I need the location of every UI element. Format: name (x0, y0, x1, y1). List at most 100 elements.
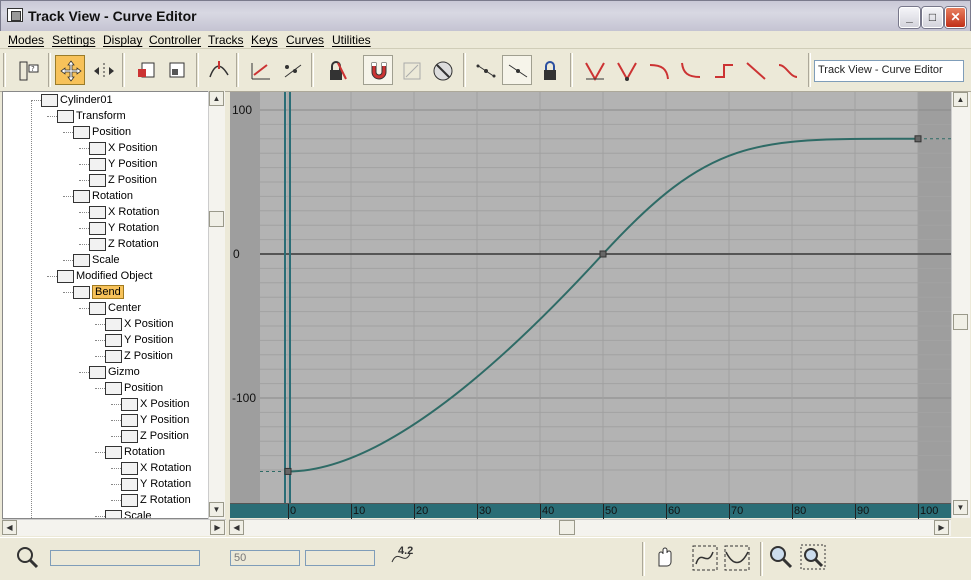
y-axis-label-100: 100 (232, 103, 253, 117)
tree-item-x-rotation[interactable]: X Rotation (89, 204, 159, 220)
tree-item-z-rotation[interactable]: Z Rotation (121, 492, 191, 508)
draw-curves-icon[interactable] (245, 55, 275, 85)
lock-selection-icon[interactable] (320, 55, 350, 85)
set-tangents-fast-icon[interactable] (643, 55, 673, 85)
tree-item-x-rotation[interactable]: X Rotation (121, 460, 191, 476)
pan-icon[interactable] (651, 544, 681, 574)
tree-item-z-position[interactable]: Z Position (89, 172, 157, 188)
tree-item-y-position[interactable]: Y Position (121, 412, 189, 428)
show-tangents-icon[interactable] (470, 55, 500, 85)
menu-utilities[interactable]: Utilities (332, 33, 371, 47)
frame-field[interactable]: 50 (230, 550, 300, 566)
menu-tracks[interactable]: Tracks (208, 33, 244, 47)
time-ruler[interactable]: 0 10 20 30 40 50 60 70 80 90 100 (230, 503, 952, 519)
menu-display[interactable]: Display (103, 33, 142, 47)
graph-scroll-up-icon[interactable]: ▲ (953, 92, 968, 107)
tree-item-label: Rotation (124, 446, 165, 459)
tree-vertical-scrollbar[interactable]: ▲ ▼ (208, 91, 225, 519)
tree-item-x-position[interactable]: X Position (121, 396, 190, 412)
set-tangents-linear-icon[interactable] (740, 55, 770, 85)
lock-tangents-icon[interactable] (534, 55, 564, 85)
graph-scroll-thumb[interactable] (559, 520, 575, 535)
tree-item-z-position[interactable]: Z Position (105, 348, 173, 364)
set-tangents-smooth-icon[interactable] (772, 55, 802, 85)
tree-item-transform[interactable]: Transform (57, 108, 126, 124)
key-point[interactable] (914, 135, 922, 143)
track-name-field[interactable] (50, 550, 200, 566)
tree-item-position[interactable]: Position (73, 124, 131, 140)
timeline-tick-50: 50 (603, 504, 618, 519)
set-tangents-slow-icon[interactable] (675, 55, 705, 85)
snap-frames-icon[interactable] (363, 55, 393, 85)
tree-item-z-rotation[interactable]: Z Rotation (89, 236, 159, 252)
close-button[interactable]: ✕ (945, 7, 966, 28)
tree-item-label: X Position (108, 142, 158, 155)
scale-values-icon[interactable] (162, 55, 192, 85)
graph-scroll-right-icon[interactable]: ▶ (934, 520, 949, 535)
scroll-down-icon[interactable]: ▼ (209, 502, 224, 517)
reduce-keys-icon[interactable] (277, 55, 307, 85)
maximize-button[interactable]: □ (922, 7, 943, 28)
tree-item-bend[interactable]: Bend (73, 284, 124, 300)
filter-icon[interactable]: ? (13, 55, 43, 85)
tree-horizontal-scrollbar[interactable]: ◀ ▶ (2, 519, 226, 536)
bend-icon (73, 285, 90, 299)
set-tangents-custom-icon[interactable] (611, 55, 641, 85)
show-all-tangents-icon[interactable] (502, 55, 532, 85)
graph-vscroll-thumb[interactable] (953, 314, 968, 330)
graph-horizontal-scrollbar[interactable]: ◀ ▶ (229, 519, 951, 536)
menu-keys[interactable]: Keys (251, 33, 278, 47)
zoom-icon[interactable] (768, 544, 798, 574)
scroll-right-icon[interactable]: ▶ (210, 520, 225, 535)
menu-modes[interactable]: Modes (8, 33, 44, 47)
scroll-up-icon[interactable]: ▲ (209, 91, 224, 106)
tree-item-y-position[interactable]: Y Position (89, 156, 157, 172)
curve-graph[interactable] (230, 92, 952, 503)
isolate-curve-icon[interactable] (14, 544, 44, 574)
tree-item-gizmo[interactable]: Gizmo (89, 364, 140, 380)
tree-item-y-position[interactable]: Y Position (105, 332, 173, 348)
tree-item-position[interactable]: Position (105, 380, 163, 396)
set-tangents-step-icon[interactable] (708, 55, 738, 85)
key-point[interactable] (284, 467, 292, 475)
y-axis-label-minus-100: -100 (232, 391, 257, 405)
zoom-region-icon[interactable] (800, 544, 830, 574)
value-field[interactable] (305, 550, 375, 566)
tree-item-scale[interactable]: Scale (105, 508, 152, 518)
ignore-animation-range-icon[interactable] (427, 55, 457, 85)
graph-scroll-down-icon[interactable]: ▼ (953, 500, 968, 515)
move-keys-icon[interactable] (55, 55, 85, 85)
zoom-value-extents-icon[interactable] (723, 544, 753, 574)
curve-icon (105, 349, 122, 363)
key-point[interactable] (599, 250, 607, 258)
tree-item-cylinder01[interactable]: Cylinder01 (41, 92, 113, 108)
menu-controller[interactable]: Controller (149, 33, 201, 47)
tree-item-scale[interactable]: Scale (73, 252, 120, 268)
menu-curves[interactable]: Curves (286, 33, 324, 47)
timeline-tick-20: 20 (414, 504, 429, 519)
show-keyable-icon[interactable] (396, 55, 426, 85)
zoom-horizontal-extents-icon[interactable] (691, 544, 721, 574)
graph-vertical-scrollbar[interactable]: ▲ ▼ (951, 92, 970, 518)
graph-scroll-left-icon[interactable]: ◀ (229, 520, 244, 535)
scroll-left-icon[interactable]: ◀ (2, 520, 17, 535)
tree-item-x-position[interactable]: X Position (105, 316, 174, 332)
set-tangents-auto-icon[interactable] (579, 55, 609, 85)
tree-scroll-thumb[interactable] (209, 211, 224, 227)
tree-item-rotation[interactable]: Rotation (105, 444, 165, 460)
slide-keys-icon[interactable] (88, 55, 118, 85)
add-keys-icon[interactable] (203, 55, 233, 85)
minimize-button[interactable]: _ (899, 7, 920, 28)
tree-item-x-position[interactable]: X Position (89, 140, 158, 156)
tree-item-modified-object[interactable]: Modified Object (57, 268, 152, 284)
curve-graph-canvas[interactable] (230, 92, 952, 503)
tree-item-center[interactable]: Center (89, 300, 141, 316)
tree-item-z-position[interactable]: Z Position (121, 428, 189, 444)
tree-item-y-rotation[interactable]: Y Rotation (121, 476, 191, 492)
scale-keys-icon[interactable] (130, 55, 160, 85)
tree-item-label: Z Position (124, 350, 173, 363)
tree-item-y-rotation[interactable]: Y Rotation (89, 220, 159, 236)
track-view-name-field[interactable]: Track View - Curve Editor (814, 60, 964, 82)
tree-item-rotation[interactable]: Rotation (73, 188, 133, 204)
menu-settings[interactable]: Settings (52, 33, 95, 47)
